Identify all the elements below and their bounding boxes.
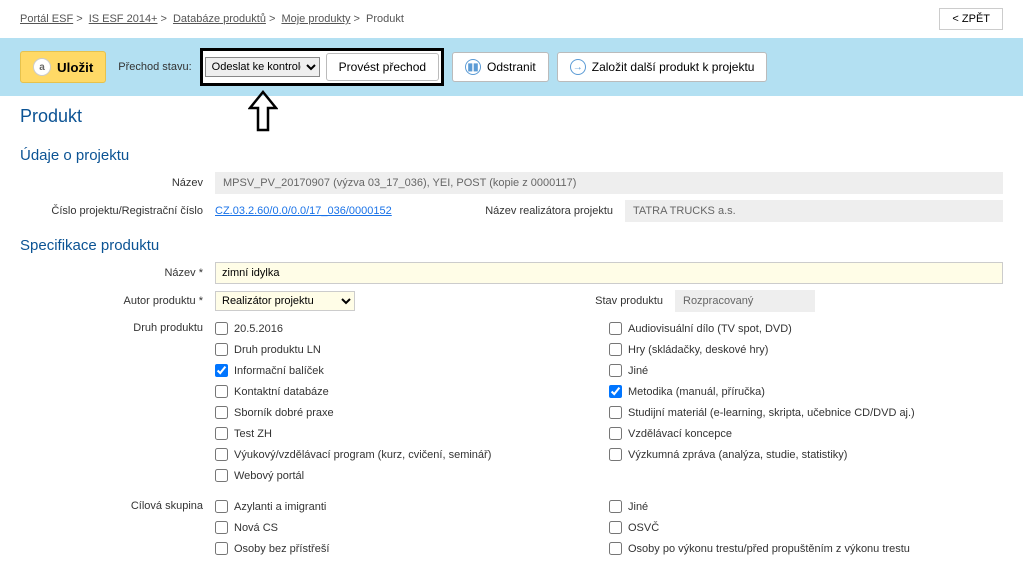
highlight-annotation: Odeslat ke kontrole Provést přechod: [200, 48, 444, 86]
checkbox[interactable]: [609, 521, 622, 534]
bc-current: Produkt: [366, 13, 404, 25]
checkbox-label: Osoby po výkonu trestu/před propuštěním …: [628, 543, 910, 555]
product-name-label: Název *: [20, 267, 215, 279]
state-select[interactable]: Odeslat ke kontrole: [205, 57, 320, 77]
checkbox-item[interactable]: 20.5.2016: [215, 318, 609, 339]
checkbox[interactable]: [215, 469, 228, 482]
product-type-label: Druh produktu: [20, 318, 215, 486]
checkbox-label: Výukový/vzdělávací program (kurz, cvičen…: [234, 449, 491, 461]
checkbox[interactable]: [609, 427, 622, 440]
action-bar: a Uložit Přechod stavu: Odeslat ke kontr…: [0, 38, 1023, 96]
author-select[interactable]: Realizátor projektu: [215, 291, 355, 311]
checkbox-label: Hry (skládačky, deskové hry): [628, 344, 768, 356]
checkbox-item[interactable]: Nová CS: [215, 517, 609, 538]
product-state-value: Rozpracovaný: [675, 290, 815, 312]
checkbox-label: Kontaktní databáze: [234, 386, 329, 398]
checkbox-label: Jiné: [628, 501, 648, 513]
spec-section-title: Specifikace produktu: [20, 237, 1003, 254]
project-name-value: MPSV_PV_20170907 (výzva 03_17_036), YEI,…: [215, 172, 1003, 194]
checkbox-label: Druh produktu LN: [234, 344, 321, 356]
checkbox[interactable]: [215, 448, 228, 461]
checkbox-label: Nová CS: [234, 522, 278, 534]
checkbox-item[interactable]: Kontaktní databáze: [215, 381, 609, 402]
checkbox-label: Test ZH: [234, 428, 272, 440]
checkbox-item[interactable]: Metodika (manuál, příručka): [609, 381, 1003, 402]
bc-link[interactable]: Databáze produktů: [173, 13, 266, 25]
checkbox-label: Studijní materiál (e-learning, skripta, …: [628, 407, 915, 419]
checkbox-item[interactable]: Webový portál: [215, 465, 609, 486]
realizer-label: Název realizátora projektu: [455, 205, 625, 217]
project-section-title: Údaje o projektu: [20, 147, 1003, 164]
checkbox[interactable]: [215, 542, 228, 555]
checkbox[interactable]: [609, 364, 622, 377]
checkbox-item[interactable]: Azylanti a imigranti: [215, 496, 609, 517]
checkbox-label: Vzdělávací koncepce: [628, 428, 732, 440]
breadcrumb: Portál ESF> IS ESF 2014+> Databáze produ…: [20, 13, 404, 25]
bc-link[interactable]: Portál ESF: [20, 13, 73, 25]
project-name-label: Název: [20, 177, 215, 189]
checkbox[interactable]: [609, 406, 622, 419]
checkbox-item[interactable]: Sborník dobré praxe: [215, 402, 609, 423]
state-transition-label: Přechod stavu:: [118, 61, 191, 73]
remove-button[interactable]: ▮▮ Odstranit: [452, 52, 549, 82]
checkbox-label: Informační balíček: [234, 365, 324, 377]
checkbox-item[interactable]: Test ZH: [215, 423, 609, 444]
checkbox[interactable]: [215, 343, 228, 356]
checkbox-label: Jiné: [628, 365, 648, 377]
checkbox[interactable]: [215, 406, 228, 419]
checkbox[interactable]: [609, 500, 622, 513]
checkbox[interactable]: [609, 343, 622, 356]
product-state-label: Stav produktu: [505, 295, 675, 307]
checkbox-item[interactable]: Hry (skládačky, deskové hry): [609, 339, 1003, 360]
checkbox-label: Sborník dobré praxe: [234, 407, 334, 419]
checkbox[interactable]: [215, 322, 228, 335]
checkbox-item[interactable]: OSVČ: [609, 517, 1003, 538]
checkbox-label: Osoby bez přístřeší: [234, 543, 329, 555]
pause-icon: ▮▮: [465, 59, 481, 75]
do-transition-button[interactable]: Provést přechod: [326, 53, 439, 81]
checkbox-label: Metodika (manuál, příručka): [628, 386, 765, 398]
checkbox-item[interactable]: Výzkumná zpráva (analýza, studie, statis…: [609, 444, 1003, 465]
back-button[interactable]: < ZPĚT: [939, 8, 1003, 30]
checkbox-label: Azylanti a imigranti: [234, 501, 326, 513]
save-icon: a: [33, 58, 51, 76]
product-name-input[interactable]: [215, 262, 1003, 284]
arrow-right-icon: →: [570, 59, 586, 75]
checkbox[interactable]: [609, 322, 622, 335]
regnum-label: Číslo projektu/Registrační číslo: [20, 205, 215, 217]
bc-link[interactable]: Moje produkty: [281, 13, 350, 25]
checkbox[interactable]: [215, 500, 228, 513]
author-label: Autor produktu *: [20, 295, 215, 307]
checkbox-item[interactable]: Druh produktu LN: [215, 339, 609, 360]
checkbox[interactable]: [215, 385, 228, 398]
checkbox[interactable]: [215, 364, 228, 377]
page-title: Produkt: [20, 106, 1003, 127]
checkbox-item[interactable]: Jiné: [609, 496, 1003, 517]
checkbox-item[interactable]: Výukový/vzdělávací program (kurz, cvičen…: [215, 444, 609, 465]
checkbox[interactable]: [215, 427, 228, 440]
checkbox-item[interactable]: Jiné: [609, 360, 1003, 381]
checkbox-label: Výzkumná zpráva (analýza, studie, statis…: [628, 449, 847, 461]
checkbox-label: Audiovisuální dílo (TV spot, DVD): [628, 323, 792, 335]
checkbox-item[interactable]: Studijní materiál (e-learning, skripta, …: [609, 402, 1003, 423]
save-button[interactable]: a Uložit: [20, 51, 106, 83]
arrow-annotation: [248, 90, 278, 135]
checkbox-item[interactable]: Osoby bez přístřeší: [215, 538, 609, 559]
regnum-link[interactable]: CZ.03.2.60/0.0/0.0/17_036/0000152: [215, 205, 392, 217]
checkbox[interactable]: [609, 448, 622, 461]
realizer-value: TATRA TRUCKS a.s.: [625, 200, 1003, 222]
save-label: Uložit: [57, 60, 93, 75]
checkbox-item[interactable]: Osoby po výkonu trestu/před propuštěním …: [609, 538, 1003, 559]
checkbox-label: 20.5.2016: [234, 323, 283, 335]
checkbox-label: OSVČ: [628, 522, 659, 534]
checkbox-item[interactable]: Informační balíček: [215, 360, 609, 381]
bc-link[interactable]: IS ESF 2014+: [89, 13, 158, 25]
checkbox-item[interactable]: Audiovisuální dílo (TV spot, DVD): [609, 318, 1003, 339]
checkbox-item[interactable]: Vzdělávací koncepce: [609, 423, 1003, 444]
checkbox[interactable]: [609, 385, 622, 398]
checkbox-label: Webový portál: [234, 470, 304, 482]
checkbox[interactable]: [215, 521, 228, 534]
checkbox[interactable]: [609, 542, 622, 555]
create-another-button[interactable]: → Založit další produkt k projektu: [557, 52, 768, 82]
